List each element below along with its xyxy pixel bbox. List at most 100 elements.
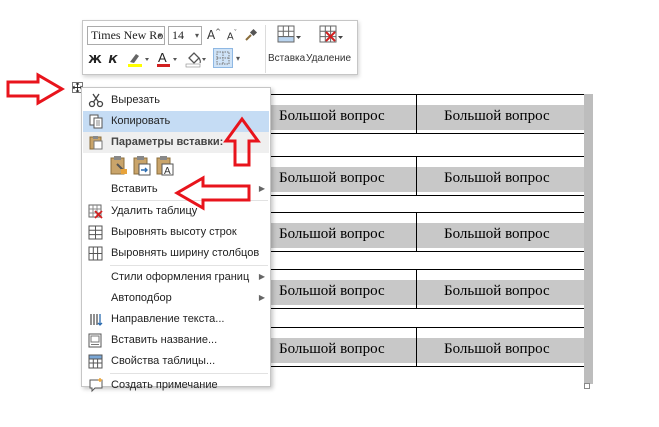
menu-item-label: Выровнять ширину столбцов xyxy=(111,247,260,259)
table-row: Большой вопрос Большой вопрос xyxy=(270,212,586,252)
menu-item-label: Автоподбор xyxy=(111,292,172,304)
svg-text:A: A xyxy=(158,50,167,65)
font-name-box[interactable]: Times New Roı ▾ xyxy=(87,26,165,45)
cell-text: Большой вопрос xyxy=(444,226,550,242)
font-name-value: Times New Roı xyxy=(91,28,165,42)
borders-icon xyxy=(216,51,230,65)
cell-text: Большой вопрос xyxy=(444,108,550,124)
menu-item-label: Вырезать xyxy=(111,94,160,106)
table-cell[interactable]: Большой вопрос xyxy=(270,270,416,308)
menu-item-table-properties[interactable]: Свойства таблицы... xyxy=(83,351,269,372)
submenu-arrow-icon: ▶ xyxy=(258,293,265,302)
paste-option-text-only[interactable]: A xyxy=(155,155,175,177)
font-size-value: 14 xyxy=(172,28,184,42)
insert-button[interactable] xyxy=(271,23,307,47)
font-color-button[interactable]: A xyxy=(155,49,181,69)
submenu-arrow-icon: ▶ xyxy=(258,184,265,193)
menu-item-label: Выровнять высоту строк xyxy=(111,226,237,238)
shrink-font-button[interactable]: Aˇ xyxy=(225,28,239,44)
font-color-icon: A xyxy=(157,50,177,67)
highlighter-icon xyxy=(128,54,149,67)
italic-button[interactable]: К xyxy=(106,51,120,67)
paste-keep-format-icon xyxy=(110,156,127,175)
menu-item-label: Параметры вставки: xyxy=(111,136,224,148)
cell-text: Большой вопрос xyxy=(279,170,385,186)
distribute-rows-icon xyxy=(88,225,103,240)
menu-item-new-comment[interactable]: Создать примечание xyxy=(83,375,269,395)
text-direction-icon xyxy=(90,314,103,326)
table-cell[interactable]: Большой вопрос xyxy=(416,328,586,366)
insert-label: Вставка xyxy=(268,53,306,64)
insert-table-icon xyxy=(277,25,301,43)
table-cell[interactable]: Большой вопрос xyxy=(270,95,416,133)
menu-item-border-styles[interactable]: Стили оформления границ ▶ xyxy=(83,267,269,288)
menu-separator xyxy=(110,373,268,374)
menu-item-label: Вставить название... xyxy=(111,334,218,346)
distribute-columns-icon xyxy=(88,246,103,261)
table-cell[interactable]: Большой вопрос xyxy=(270,328,416,366)
delete-table-icon xyxy=(319,25,343,43)
table-properties-icon xyxy=(88,354,103,369)
cell-text: Большой вопрос xyxy=(279,283,385,299)
table-cell[interactable]: Большой вопрос xyxy=(416,213,586,251)
menu-item-autofit[interactable]: Автоподбор ▶ xyxy=(83,288,269,309)
menu-item-label: Копировать xyxy=(111,115,171,127)
grow-font-icon: A^ xyxy=(206,28,222,42)
table-cell[interactable]: Большой вопрос xyxy=(270,213,416,251)
table-resize-handle[interactable] xyxy=(584,383,590,389)
grow-font-button[interactable]: A^ xyxy=(207,27,221,43)
borders-button[interactable] xyxy=(213,48,233,68)
mini-toolbar: Times New Roı ▾ 14 ▾ A^ Aˇ Ж К A ▾ Встав… xyxy=(82,20,358,75)
arrow-up-annotation-icon xyxy=(223,116,261,167)
paste-merge-icon xyxy=(133,156,151,176)
table-cell[interactable]: Большой вопрос xyxy=(270,157,416,195)
paste-option-merge[interactable] xyxy=(132,155,152,177)
delete-table-icon xyxy=(88,204,103,219)
cell-text: Большой вопрос xyxy=(279,341,385,357)
toolbar-separator xyxy=(265,25,266,73)
cell-text: Большой вопрос xyxy=(444,170,550,186)
format-painter-button[interactable] xyxy=(243,26,259,44)
menu-item-label: Стили оформления границ xyxy=(111,271,250,283)
shading-button[interactable] xyxy=(184,49,210,69)
cell-text: Большой вопрос xyxy=(444,283,550,299)
table-cell[interactable]: Большой вопрос xyxy=(416,157,586,195)
scissors-icon xyxy=(88,93,104,108)
table-row: Большой вопрос Большой вопрос xyxy=(270,327,586,367)
arrow-left-annotation-icon xyxy=(173,175,251,211)
word-table[interactable]: Большой вопрос Большой вопрос Большой во… xyxy=(270,94,586,386)
borders-dropdown[interactable]: ▾ xyxy=(234,53,242,63)
table-row: Большой вопрос Большой вопрос xyxy=(270,269,586,309)
cell-text: Большой вопрос xyxy=(444,341,550,357)
menu-item-label: Свойства таблицы... xyxy=(111,355,216,367)
table-row: Большой вопрос Большой вопрос xyxy=(270,156,586,196)
menu-item-text-direction[interactable]: Направление текста... xyxy=(83,309,269,330)
paste-option-keep-formatting[interactable] xyxy=(109,155,129,177)
format-painter-icon xyxy=(245,28,258,41)
highlight-color-button[interactable] xyxy=(126,49,152,69)
table-cell[interactable]: Большой вопрос xyxy=(416,95,586,133)
table-row: Большой вопрос Большой вопрос xyxy=(270,94,586,134)
arrow-right-annotation-icon xyxy=(6,72,65,106)
cell-text: Большой вопрос xyxy=(279,108,385,124)
bold-button[interactable]: Ж xyxy=(88,51,102,67)
menu-item-cut[interactable]: Вырезать xyxy=(83,90,269,111)
font-size-box[interactable]: 14 ▾ xyxy=(168,26,202,45)
delete-button[interactable] xyxy=(313,23,349,47)
new-comment-icon xyxy=(89,378,103,393)
menu-item-label: Направление текста... xyxy=(111,313,225,325)
insert-caption-icon xyxy=(88,333,102,348)
submenu-arrow-icon: ▶ xyxy=(258,272,265,281)
menu-item-insert-caption[interactable]: Вставить название... xyxy=(83,330,269,351)
menu-item-label: Вставить xyxy=(111,183,158,195)
table-cell[interactable]: Большой вопрос xyxy=(416,270,586,308)
clipboard-icon xyxy=(89,136,103,150)
menu-item-distribute-columns[interactable]: Выровнять ширину столбцов xyxy=(83,243,269,264)
menu-item-distribute-rows[interactable]: Выровнять высоту строк xyxy=(83,222,269,243)
menu-item-label: Создать примечание xyxy=(111,379,218,391)
paint-bucket-icon xyxy=(185,52,206,68)
chevron-down-icon: ▾ xyxy=(194,31,199,40)
shrink-font-icon: Aˇ xyxy=(226,29,238,43)
menu-separator xyxy=(110,265,268,266)
table-column-selection-bar xyxy=(584,94,593,384)
